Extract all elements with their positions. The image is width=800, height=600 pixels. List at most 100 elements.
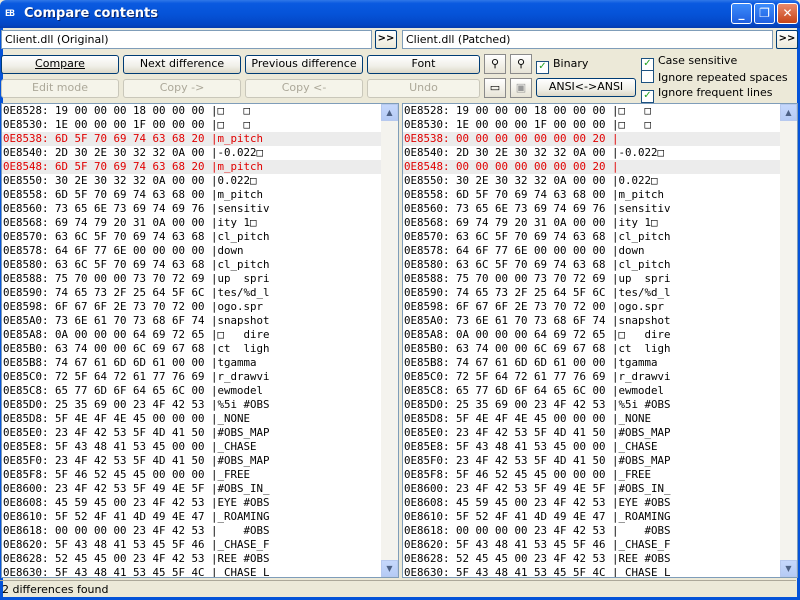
copy-right-button[interactable]: Copy -> xyxy=(123,79,241,98)
hex-row[interactable]: 0E85F8: 5F 46 52 45 45 00 00 00 |_FREE xyxy=(403,468,781,482)
hex-row[interactable]: 0E85D8: 5F 4E 4F 4E 45 00 00 00 |_NONE xyxy=(2,412,382,426)
close-button[interactable]: ✕ xyxy=(777,3,798,24)
hex-row[interactable]: 0E8620: 5F 43 48 41 53 45 5F 46 |_CHASE_… xyxy=(403,538,781,552)
hex-row[interactable]: 0E8620: 5F 43 48 41 53 45 5F 46 |_CHASE_… xyxy=(2,538,382,552)
hex-row[interactable]: 0E8570: 63 6C 5F 70 69 74 63 68 |cl_pitc… xyxy=(403,230,781,244)
hex-row[interactable]: 0E8628: 52 45 45 00 23 4F 42 53 |REE #OB… xyxy=(403,552,781,566)
hex-row[interactable]: 0E8630: 5F 43 48 41 53 45 5F 4C |_CHASE_… xyxy=(2,566,382,577)
hex-row[interactable]: 0E8560: 73 65 6E 73 69 74 69 76 |sensiti… xyxy=(2,202,382,216)
scroll-up-icon[interactable]: ▲ xyxy=(780,104,797,121)
hex-row[interactable]: 0E8608: 45 59 45 00 23 4F 42 53 |EYE #OB… xyxy=(2,496,382,510)
hex-row[interactable]: 0E8598: 6F 67 6F 2E 73 70 72 00 |ogo.spr xyxy=(2,300,382,314)
hex-row[interactable]: 0E8610: 5F 52 4F 41 4D 49 4E 47 |_ROAMIN… xyxy=(403,510,781,524)
hex-row[interactable]: 0E8530: 1E 00 00 00 1F 00 00 00 |□ □ xyxy=(403,118,781,132)
hex-row[interactable]: 0E8618: 00 00 00 00 23 4F 42 53 | #OBS xyxy=(2,524,382,538)
hex-row[interactable]: 0E8598: 6F 67 6F 2E 73 70 72 00 |ogo.spr xyxy=(403,300,781,314)
encoding-ansi-button[interactable]: ANSI<->ANSI xyxy=(536,78,636,97)
hex-row[interactable]: 0E8590: 74 65 73 2F 25 64 5F 6C |tes/%d_… xyxy=(403,286,781,300)
hex-row[interactable]: 0E85F0: 23 4F 42 53 5F 4D 41 50 |#OBS_MA… xyxy=(2,454,382,468)
hex-row[interactable]: 0E85B8: 74 67 61 6D 6D 61 00 00 |tgamma xyxy=(2,356,382,370)
hex-row[interactable]: 0E8588: 75 70 00 00 73 70 72 69 |up spri xyxy=(403,272,781,286)
font-button[interactable]: Font xyxy=(367,55,480,74)
hex-row[interactable]: 0E8528: 19 00 00 00 18 00 00 00 |□ □ xyxy=(2,104,382,118)
hex-row[interactable]: 0E8608: 45 59 45 00 23 4F 42 53 |EYE #OB… xyxy=(403,496,781,510)
scroll-down-icon[interactable]: ▼ xyxy=(381,560,398,577)
hex-row[interactable]: 0E85E8: 5F 43 48 41 53 45 00 00 |_CHASE xyxy=(403,440,781,454)
hex-row[interactable]: 0E8580: 63 6C 5F 70 69 74 63 68 |cl_pitc… xyxy=(2,258,382,272)
hex-row[interactable]: 0E8548: 00 00 00 00 00 00 00 20 | xyxy=(403,160,781,174)
hex-row[interactable]: 0E8588: 75 70 00 00 73 70 72 69 |up spri xyxy=(2,272,382,286)
case-sensitive-checkbox[interactable]: ✓ Case sensitive xyxy=(641,54,737,71)
hex-row[interactable]: 0E85A8: 0A 00 00 00 64 69 72 65 |□ dire xyxy=(403,328,781,342)
maximize-button[interactable]: ❐ xyxy=(754,3,775,24)
next-difference-button[interactable]: Next difference xyxy=(123,55,241,74)
hex-row[interactable]: 0E85E0: 23 4F 42 53 5F 4D 41 50 |#OBS_MA… xyxy=(2,426,382,440)
hex-row[interactable]: 0E8530: 1E 00 00 00 1F 00 00 00 |□ □ xyxy=(2,118,382,132)
scroll-down-icon[interactable]: ▼ xyxy=(780,560,797,577)
hex-row[interactable]: 0E8550: 30 2E 30 32 32 0A 00 00 |0.022□ xyxy=(403,174,781,188)
previous-difference-button[interactable]: Previous difference xyxy=(245,55,363,74)
hex-row[interactable]: 0E8600: 23 4F 42 53 5F 49 4E 5F |#OBS_IN… xyxy=(2,482,382,496)
hex-row[interactable]: 0E8538: 00 00 00 00 00 00 00 20 | xyxy=(403,132,781,146)
hex-row[interactable]: 0E8618: 00 00 00 00 23 4F 42 53 | #OBS xyxy=(403,524,781,538)
hex-row[interactable]: 0E85C8: 65 77 6D 6F 64 65 6C 00 |ewmodel xyxy=(2,384,382,398)
hex-row[interactable]: 0E85D0: 25 35 69 00 23 4F 42 53 |%5i #OB… xyxy=(2,398,382,412)
binary-checkbox[interactable]: ✓ Binary xyxy=(536,57,588,74)
hex-row[interactable]: 0E8600: 23 4F 42 53 5F 49 4E 5F |#OBS_IN… xyxy=(403,482,781,496)
hex-row[interactable]: 0E85C0: 72 5F 64 72 61 77 76 69 |r_drawv… xyxy=(403,370,781,384)
hex-row[interactable]: 0E8548: 6D 5F 70 69 74 63 68 20 |m_pitch xyxy=(2,160,382,174)
ignore-frequent-lines-checkbox[interactable]: ✓ Ignore frequent lines xyxy=(641,86,772,103)
hex-row[interactable]: 0E8568: 69 74 79 20 31 0A 00 00 |ity 1□ xyxy=(2,216,382,230)
left-hex-pane[interactable]: 0E8528: 19 00 00 00 18 00 00 00 |□ □ 0E85… xyxy=(1,103,399,578)
right-file-field[interactable]: Client.dll (Patched) xyxy=(402,30,773,49)
hex-row[interactable]: 0E8528: 19 00 00 00 18 00 00 00 |□ □ xyxy=(403,104,781,118)
hex-row[interactable]: 0E8540: 2D 30 2E 30 32 32 0A 00 |-0.022□ xyxy=(2,146,382,160)
hex-row[interactable]: 0E8538: 6D 5F 70 69 74 63 68 20 |m_pitch xyxy=(2,132,382,146)
compare-button[interactable]: Compare xyxy=(1,55,119,74)
save-icon[interactable]: ▣ xyxy=(510,78,532,98)
hex-row[interactable]: 0E85C0: 72 5F 64 72 61 77 76 69 |r_drawv… xyxy=(2,370,382,384)
hex-row[interactable]: 0E85A8: 0A 00 00 00 64 69 72 65 |□ dire xyxy=(2,328,382,342)
hex-row[interactable]: 0E8590: 74 65 73 2F 25 64 5F 6C |tes/%d_… xyxy=(2,286,382,300)
hex-row[interactable]: 0E85D8: 5F 4E 4F 4E 45 00 00 00 |_NONE xyxy=(403,412,781,426)
right-browse-button[interactable]: >> xyxy=(776,30,798,49)
hex-row[interactable]: 0E8578: 64 6F 77 6E 00 00 00 00 |down xyxy=(403,244,781,258)
hex-row[interactable]: 0E8560: 73 65 6E 73 69 74 69 76 |sensiti… xyxy=(403,202,781,216)
hex-row[interactable]: 0E8558: 6D 5F 70 69 74 63 68 00 |m_pitch xyxy=(2,188,382,202)
window-view-icon[interactable]: ▭ xyxy=(484,78,506,98)
hex-row[interactable]: 0E8570: 63 6C 5F 70 69 74 63 68 |cl_pitc… xyxy=(2,230,382,244)
hex-row[interactable]: 0E8580: 63 6C 5F 70 69 74 63 68 |cl_pitc… xyxy=(403,258,781,272)
hex-row[interactable]: 0E85B0: 63 74 00 00 6C 69 67 68 |ct ligh xyxy=(2,342,382,356)
left-file-field[interactable]: Client.dll (Original) xyxy=(1,30,372,49)
hex-row[interactable]: 0E8578: 64 6F 77 6E 00 00 00 00 |down xyxy=(2,244,382,258)
right-hex-pane[interactable]: 0E8528: 19 00 00 00 18 00 00 00 |□ □ 0E85… xyxy=(402,103,798,578)
binoculars-icon[interactable]: ⚲ xyxy=(484,54,506,74)
hex-row[interactable]: 0E8558: 6D 5F 70 69 74 63 68 00 |m_pitch xyxy=(403,188,781,202)
hex-row[interactable]: 0E85A0: 73 6E 61 70 73 68 6F 74 |snapsho… xyxy=(403,314,781,328)
hex-row[interactable]: 0E85E8: 5F 43 48 41 53 45 00 00 |_CHASE xyxy=(2,440,382,454)
scroll-up-icon[interactable]: ▲ xyxy=(381,104,398,121)
minimize-button[interactable]: _ xyxy=(731,3,752,24)
hex-row[interactable]: 0E85F0: 23 4F 42 53 5F 4D 41 50 |#OBS_MA… xyxy=(403,454,781,468)
hex-row[interactable]: 0E85F8: 5F 46 52 45 45 00 00 00 |_FREE xyxy=(2,468,382,482)
edit-mode-button[interactable]: Edit mode xyxy=(1,79,119,98)
hex-row[interactable]: 0E85C8: 65 77 6D 6F 64 65 6C 00 |ewmodel xyxy=(403,384,781,398)
hex-row[interactable]: 0E8540: 2D 30 2E 30 32 32 0A 00 |-0.022□ xyxy=(403,146,781,160)
copy-left-button[interactable]: Copy <- xyxy=(245,79,363,98)
left-browse-button[interactable]: >> xyxy=(375,30,397,49)
hex-row[interactable]: 0E8550: 30 2E 30 32 32 0A 00 00 |0.022□ xyxy=(2,174,382,188)
hex-row[interactable]: 0E85A0: 73 6E 61 70 73 68 6F 74 |snapsho… xyxy=(2,314,382,328)
hex-row[interactable]: 0E85B8: 74 67 61 6D 6D 61 00 00 |tgamma xyxy=(403,356,781,370)
binoculars-find-next-icon[interactable]: ⚲ xyxy=(510,54,532,74)
hex-row[interactable]: 0E8628: 52 45 45 00 23 4F 42 53 |REE #OB… xyxy=(2,552,382,566)
hex-row[interactable]: 0E85E0: 23 4F 42 53 5F 4D 41 50 |#OBS_MA… xyxy=(403,426,781,440)
hex-row[interactable]: 0E8630: 5F 43 48 41 53 45 5F 4C |_CHASE_… xyxy=(403,566,781,577)
hex-row[interactable]: 0E8568: 69 74 79 20 31 0A 00 00 |ity 1□ xyxy=(403,216,781,230)
hex-row[interactable]: 0E8610: 5F 52 4F 41 4D 49 4E 47 |_ROAMIN… xyxy=(2,510,382,524)
left-scrollbar[interactable]: ▲ ▼ xyxy=(381,104,398,577)
undo-button[interactable]: Undo xyxy=(367,79,480,98)
hex-row[interactable]: 0E85D0: 25 35 69 00 23 4F 42 53 |%5i #OB… xyxy=(403,398,781,412)
right-scrollbar[interactable]: ▲ ▼ xyxy=(780,104,797,577)
hex-row[interactable]: 0E85B0: 63 74 00 00 6C 69 67 68 |ct ligh xyxy=(403,342,781,356)
ignore-repeated-spaces-checkbox[interactable]: Ignore repeated spaces xyxy=(641,70,788,84)
